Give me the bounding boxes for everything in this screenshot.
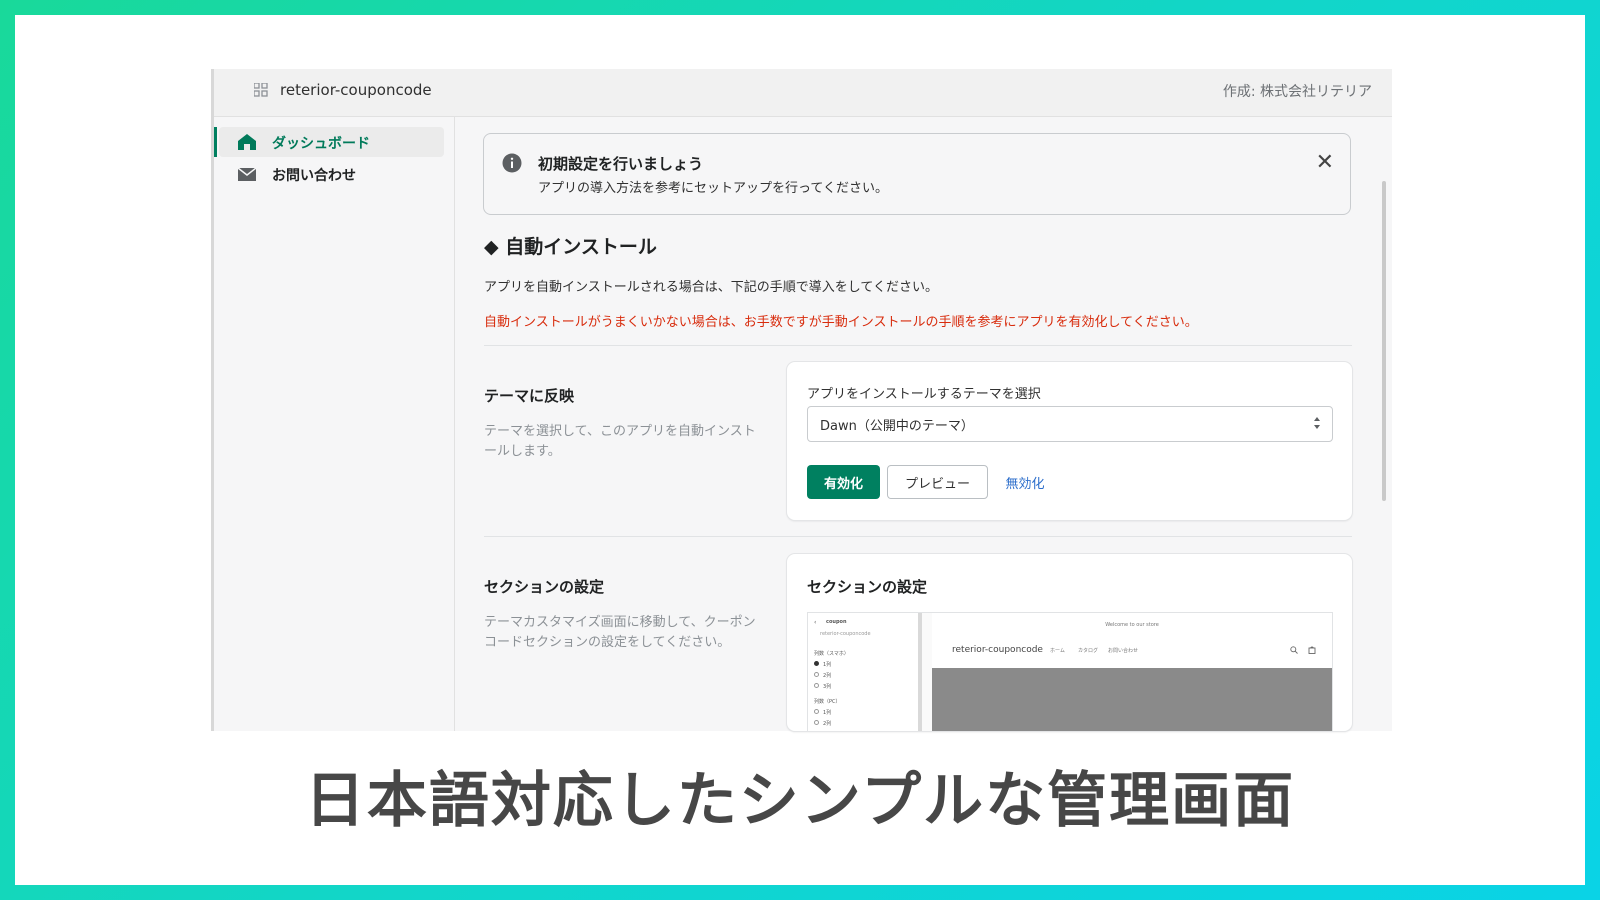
banner-title: 初期設定を行いましょう (538, 155, 704, 173)
close-icon[interactable]: ✕ (1316, 152, 1334, 174)
customizer-preview-image: ‹ coupon reterior-couponcode 列数（スマホ） 1列 … (807, 612, 1333, 731)
preview-welcome: Welcome to our store (1105, 622, 1159, 628)
radio (814, 683, 819, 688)
preview-option: 1列 (823, 662, 832, 668)
section-settings-card: セクションの設定 ‹ coupon reterior-couponcode 列数… (787, 554, 1352, 731)
section-heading: ◆ 自動インストール (484, 236, 657, 258)
cart-icon (1308, 646, 1316, 654)
preview-panel-sub: reterior-couponcode (820, 631, 871, 637)
preview-group1: 列数（スマホ） (814, 651, 849, 657)
preview-back-icon: ‹ (814, 619, 817, 626)
sidebar: ダッシュボード お問い合わせ (214, 117, 455, 731)
theme-select-value: Dawn（公開中のテーマ） (820, 419, 974, 434)
sidebar-item-contact[interactable]: お問い合わせ (219, 159, 444, 189)
radio (814, 720, 819, 725)
preview-panel-title: coupon (826, 619, 847, 625)
search-icon (1290, 646, 1298, 654)
enable-button[interactable]: 有効化 (807, 465, 880, 499)
setup-banner: 初期設定を行いましょう アプリの導入方法を参考にセットアップを行ってください。 … (483, 133, 1351, 215)
banner-text: アプリの導入方法を参考にセットアップを行ってください。 (538, 181, 888, 196)
sidebar-item-dashboard[interactable]: ダッシュボード (214, 127, 444, 157)
preview-hero-image (932, 668, 1332, 731)
apps-icon (254, 83, 268, 97)
preview-group2: 列数（PC） (814, 699, 841, 705)
theme-select-label: アプリをインストールするテーマを選択 (807, 387, 1041, 402)
radio (814, 709, 819, 714)
preview-option: 2列 (823, 721, 832, 727)
top-bar: reterior-couponcode 作成: 株式会社リテリア (214, 69, 1392, 117)
app-name: reterior-couponcode (280, 81, 432, 99)
theme-section-title: テーマに反映 (484, 387, 575, 405)
divider (484, 536, 1352, 537)
divider (484, 345, 1352, 346)
preview-option: 1列 (823, 710, 832, 716)
install-warning: 自動インストールがうまくいかない場合は、お手数ですが手動インストールの手順を参考… (484, 315, 1198, 330)
preview-button[interactable]: プレビュー (887, 465, 988, 499)
radio (814, 672, 819, 677)
caption: 日本語対応したシンプルな管理画面 (304, 766, 1296, 836)
section-settings-description: テーマカスタマイズ画面に移動して、クーポンコードセクションの設定をしてください。 (484, 615, 756, 650)
preview-nav-item: ホーム (1050, 648, 1065, 654)
preview-option: 2列 (823, 673, 832, 679)
disable-link[interactable]: 無効化 (1001, 465, 1049, 499)
preview-store-page: Welcome to our store reterior-couponcode… (932, 613, 1332, 731)
install-description: アプリを自動インストールされる場合は、下記の手順で導入をしてください。 (484, 280, 938, 295)
preview-option: 3列 (823, 684, 832, 690)
author-label: 作成: 株式会社リテリア (1222, 84, 1372, 100)
mail-icon (237, 167, 257, 181)
preview-settings-panel: ‹ coupon reterior-couponcode 列数（スマホ） 1列 … (808, 613, 922, 731)
section-settings-title: セクションの設定 (484, 578, 605, 596)
info-icon (502, 153, 522, 173)
theme-select[interactable]: Dawn（公開中のテーマ） (807, 406, 1333, 442)
theme-section-description: テーマを選択して、このアプリを自動インストールします。 (484, 424, 756, 459)
section-card-title: セクションの設定 (807, 578, 928, 596)
sidebar-item-label: お問い合わせ (272, 168, 356, 184)
scrollbar[interactable] (1382, 181, 1386, 501)
preview-nav-item: お問い合わせ (1108, 648, 1139, 654)
home-icon (238, 134, 256, 150)
select-arrows-icon (1314, 417, 1320, 429)
sidebar-item-label: ダッシュボード (272, 136, 370, 152)
theme-card: アプリをインストールするテーマを選択 Dawn（公開中のテーマ） 有効化 プレビ… (787, 362, 1352, 520)
radio (814, 661, 819, 666)
preview-nav-item: カタログ (1078, 648, 1099, 654)
preview-store-name: reterior-couponcode (952, 645, 1043, 655)
